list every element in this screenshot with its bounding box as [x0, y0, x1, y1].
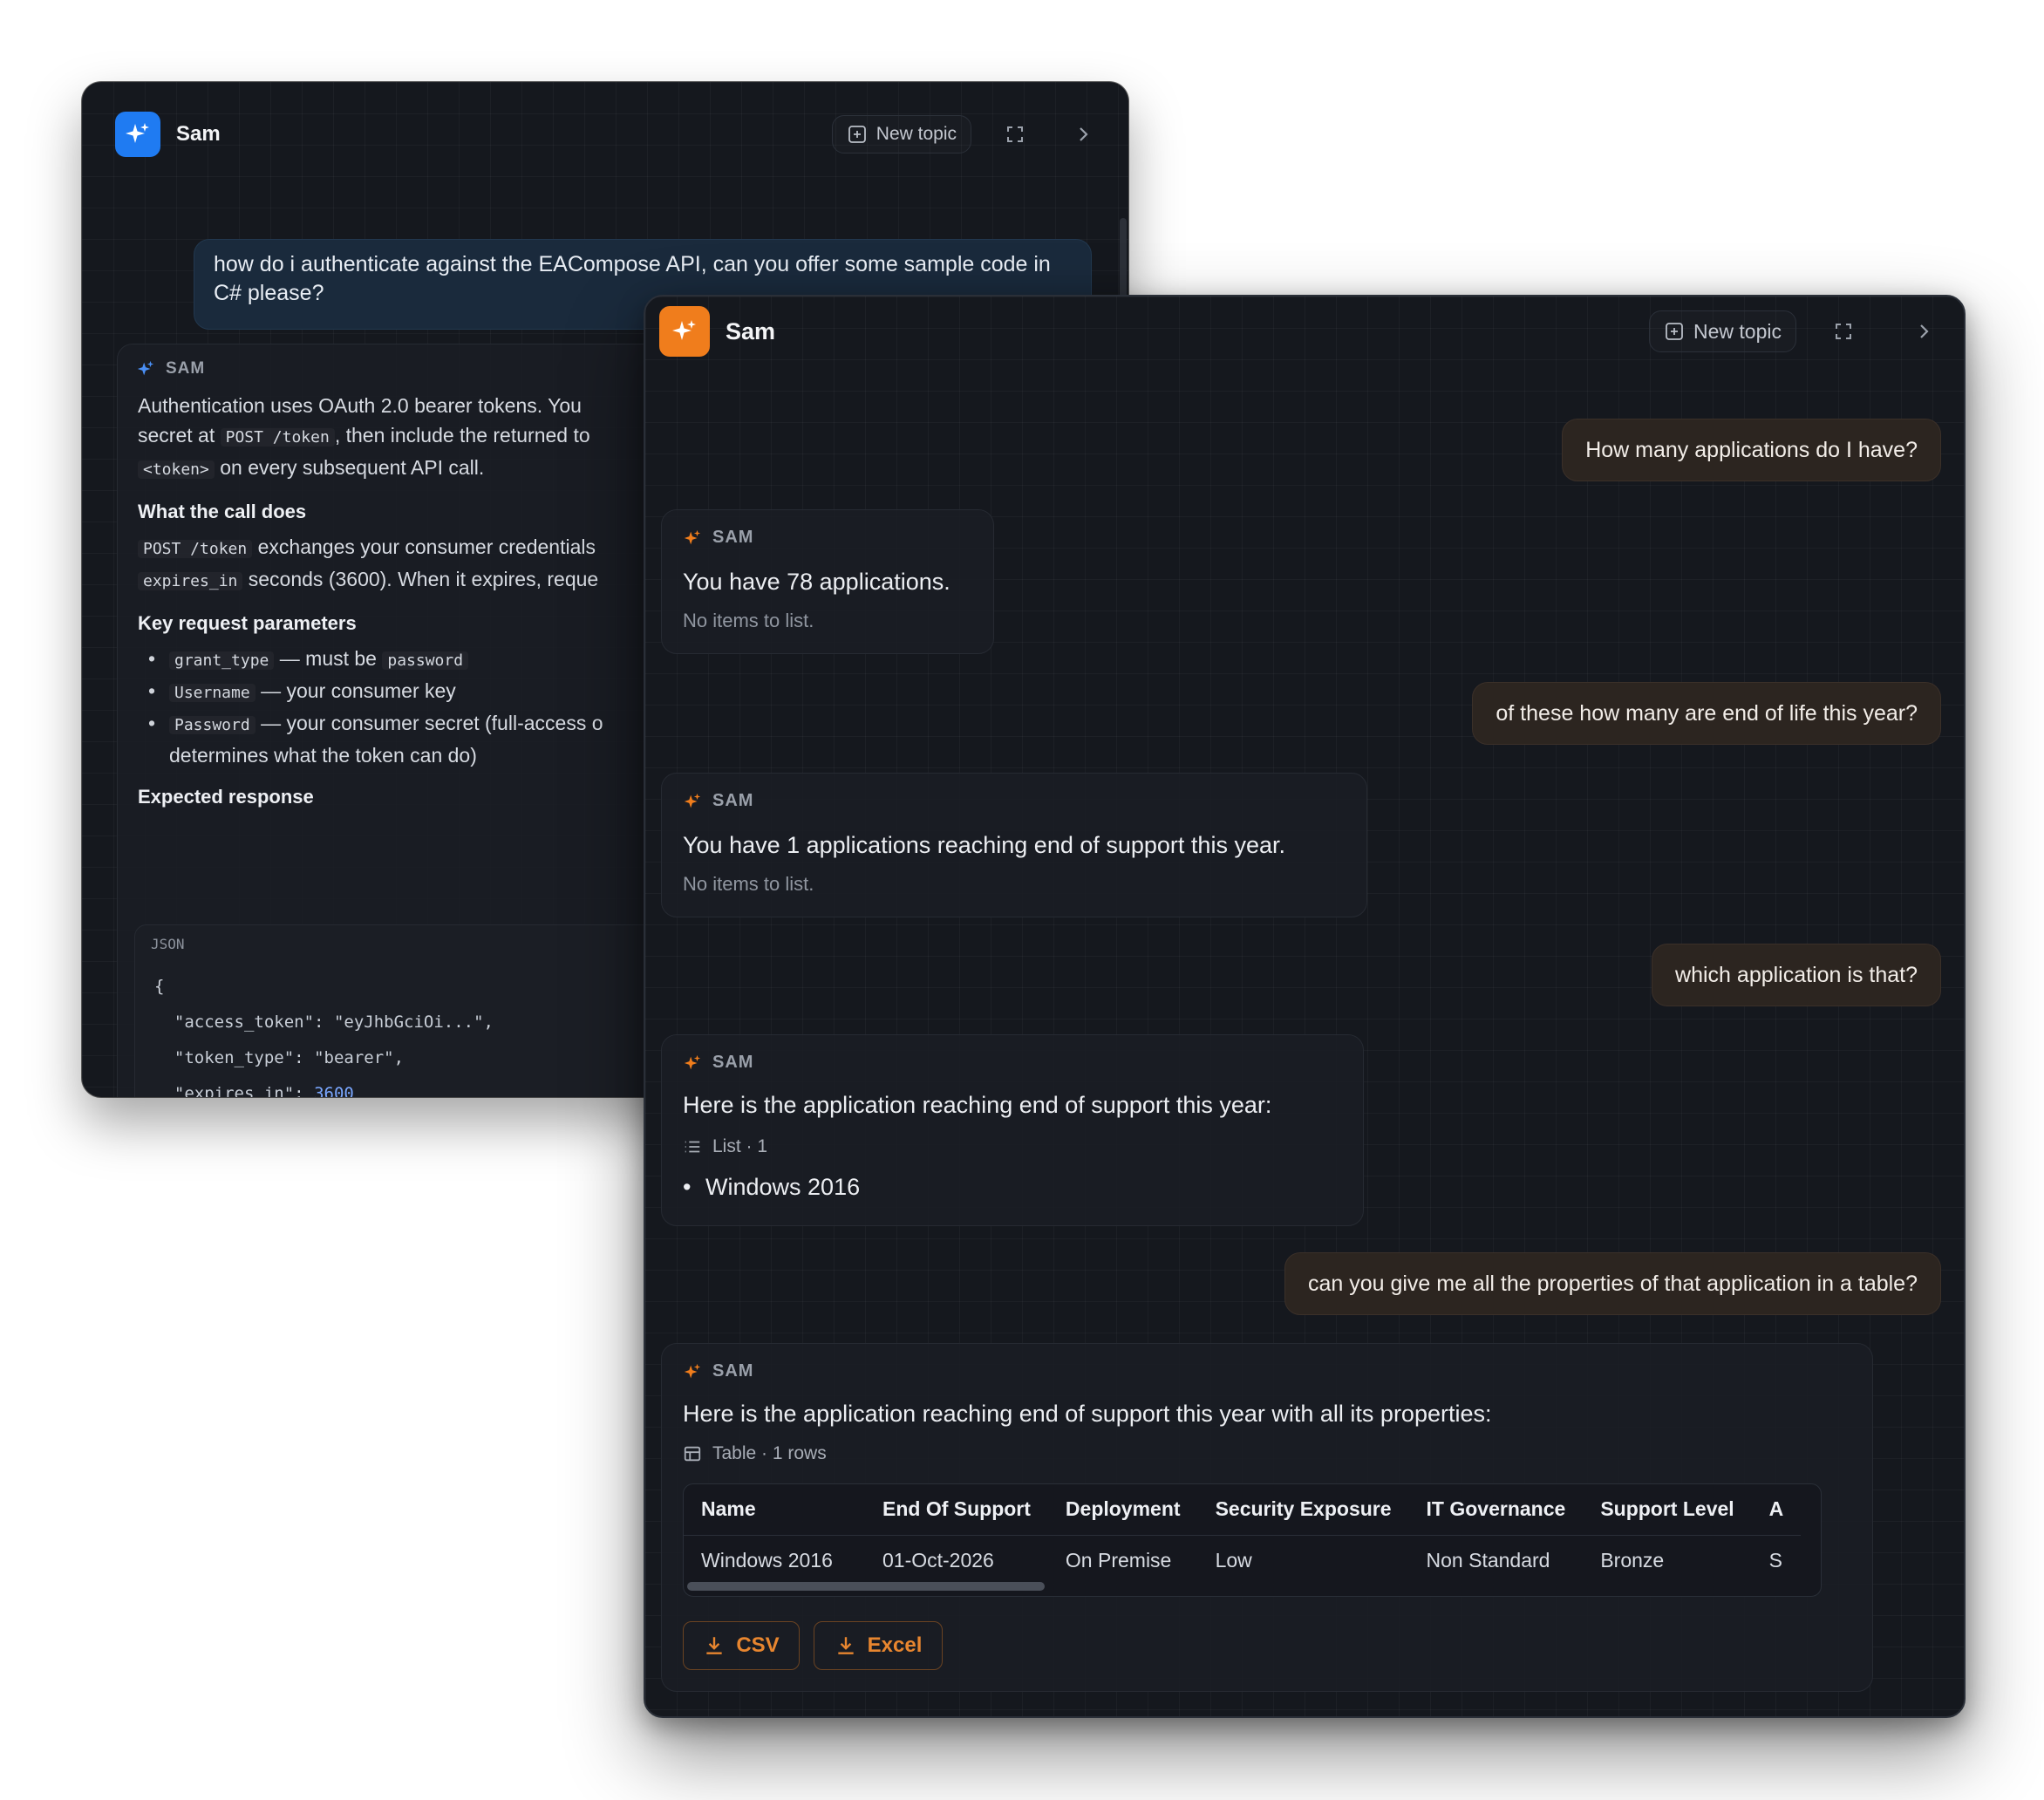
reply-note: No items to list.	[683, 610, 814, 631]
collapse-panel-button[interactable]	[1903, 310, 1945, 352]
front-chat-window: Sam New topic How many applications do I…	[644, 295, 1966, 1718]
sparkle-icon	[684, 793, 701, 808]
download-excel-button[interactable]: Excel	[814, 1621, 943, 1670]
table-row: Windows 2016 01-Oct-2026 On Premise Low …	[684, 1535, 1801, 1585]
user-message: How many applications do I have?	[1562, 419, 1941, 481]
sparkle-icon	[684, 529, 701, 544]
app-title: Sam	[176, 122, 221, 146]
code-language-label: JSON	[151, 936, 185, 952]
new-topic-label: New topic	[1693, 319, 1782, 343]
reply-note: No items to list.	[683, 873, 814, 895]
expand-button[interactable]	[1823, 310, 1864, 352]
back-header: Sam New topic	[82, 82, 1128, 187]
reply-text: Here is the application reaching end of …	[683, 1092, 1272, 1118]
list-meta: List · 1	[683, 1136, 767, 1157]
new-topic-label: New topic	[876, 124, 957, 144]
list-item: Password — your consumer secret (full-ac…	[138, 708, 603, 770]
intro-line: <token> on every subsequent API call.	[138, 453, 603, 485]
new-topic-button[interactable]: New topic	[1649, 310, 1796, 352]
sparkle-icon	[684, 1363, 701, 1378]
params-list: grant_type — must be password Username —…	[138, 644, 603, 770]
assistant-label: SAM	[683, 528, 753, 548]
assistant-reply: SAM Here is the application reaching end…	[661, 1343, 1873, 1692]
reply-text: Here is the application reaching end of …	[683, 1401, 1492, 1427]
assistant-label: SAM	[683, 1053, 753, 1073]
table-cell: Windows 2016	[701, 1548, 833, 1572]
new-topic-button[interactable]: New topic	[831, 115, 971, 153]
assistant-label: SAM	[683, 1361, 753, 1381]
table-icon	[684, 1446, 701, 1462]
table-cell: S	[1768, 1548, 1783, 1572]
table-cell: Non Standard	[1426, 1548, 1550, 1572]
assistant-reply: SAM Here is the application reaching end…	[661, 1034, 1364, 1226]
reply-body: Authentication uses OAuth 2.0 bearer tok…	[138, 391, 603, 808]
table-cell: Low	[1215, 1548, 1252, 1572]
expand-button[interactable]	[994, 113, 1036, 155]
expand-icon	[1836, 324, 1851, 339]
column-header: Support Level	[1583, 1484, 1752, 1536]
section-heading: What the call does	[138, 501, 307, 522]
table-cell: On Premise	[1065, 1548, 1172, 1572]
collapse-panel-button[interactable]	[1062, 113, 1104, 155]
header-actions: New topic	[831, 113, 1104, 155]
paragraph-line: expires_in seconds (3600). When it expir…	[138, 564, 603, 597]
front-header: Sam New topic	[645, 297, 1964, 366]
column-header: Security Exposure	[1197, 1484, 1409, 1536]
section-heading: Key request parameters	[138, 612, 357, 634]
app-title: Sam	[726, 317, 776, 344]
download-csv-button[interactable]: CSV	[683, 1621, 800, 1670]
assistant-label: SAM	[136, 359, 205, 378]
code-content: { "access_token": "eyJhbGciOi...", "toke…	[154, 977, 494, 1097]
sparkle-icon	[684, 1054, 701, 1069]
reply-text: You have 78 applications.	[683, 569, 950, 595]
column-header: End Of Support	[865, 1484, 1048, 1536]
intro-line: secret at POST /token, then include the …	[138, 424, 590, 447]
list-item: Username — your consumer key	[138, 676, 603, 708]
chevron-right-icon	[1920, 324, 1929, 338]
sam-logo-icon	[115, 112, 160, 157]
user-message: of these how many are end of life this y…	[1472, 682, 1941, 745]
assistant-label: SAM	[683, 791, 753, 811]
data-table[interactable]: Name End Of Support Deployment Security …	[683, 1483, 1822, 1597]
assistant-reply: SAM You have 78 applications. No items t…	[661, 509, 994, 654]
chevron-right-icon	[1080, 127, 1088, 141]
horizontal-scrollbar[interactable]	[687, 1582, 1045, 1591]
table-cell: 01-Oct-2026	[882, 1548, 994, 1572]
reply-text: You have 1 applications reaching end of …	[683, 832, 1285, 858]
column-header: A	[1751, 1484, 1802, 1536]
list-item: grant_type — must be password	[138, 644, 603, 676]
new-topic-icon	[848, 126, 866, 143]
user-message: which application is that?	[1652, 944, 1941, 1006]
sam-logo-icon	[659, 306, 710, 357]
header-actions: New topic	[1649, 310, 1945, 352]
intro-line: Authentication uses OAuth 2.0 bearer tok…	[138, 394, 582, 417]
table-meta: Table · 1 rows	[683, 1443, 827, 1464]
column-header: Deployment	[1047, 1484, 1198, 1536]
section-heading: Expected response	[138, 786, 314, 808]
user-message: can you give me all the properties of th…	[1284, 1252, 1941, 1315]
new-topic-icon	[1666, 323, 1683, 340]
table-cell: Bronze	[1600, 1548, 1665, 1572]
download-icon	[706, 1637, 722, 1654]
list-icon	[685, 1141, 700, 1153]
column-header: IT Governance	[1408, 1484, 1584, 1536]
paragraph-line: POST /token exchanges your consumer cred…	[138, 532, 603, 564]
download-icon	[837, 1637, 854, 1654]
list-item: • Windows 2016	[683, 1174, 861, 1200]
assistant-reply: SAM You have 1 applications reaching end…	[661, 773, 1367, 917]
expand-icon	[1007, 126, 1023, 142]
table-header-row: Name End Of Support Deployment Security …	[684, 1484, 1802, 1536]
sparkle-icon	[137, 360, 154, 376]
column-header: Name	[684, 1484, 865, 1536]
